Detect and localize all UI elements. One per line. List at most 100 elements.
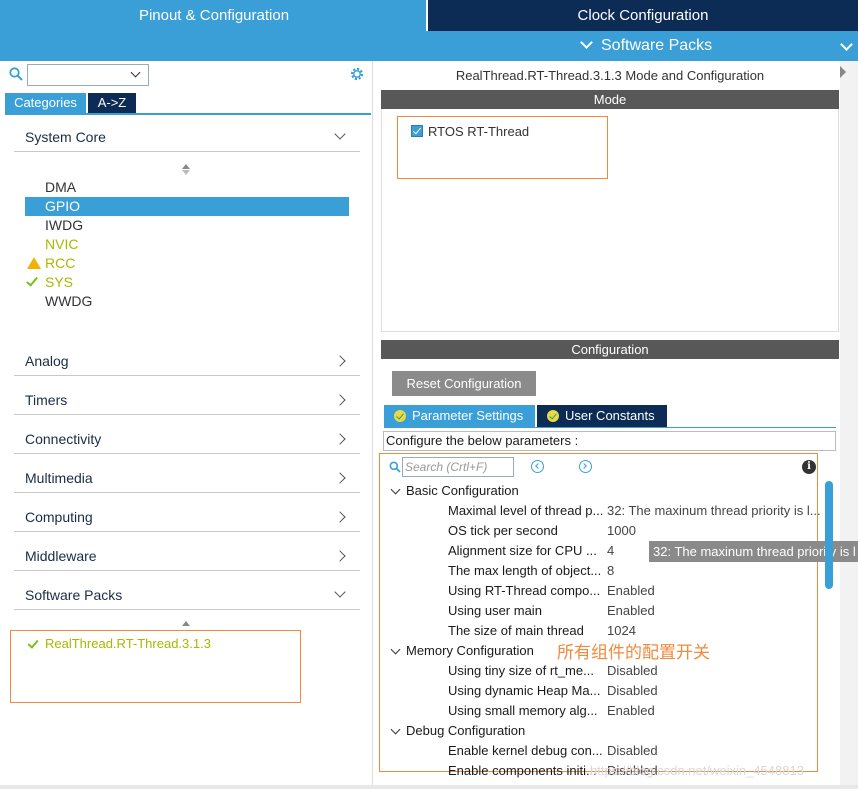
- param-value[interactable]: Disabled: [607, 741, 658, 761]
- category-label: System Core: [25, 129, 106, 145]
- param-value[interactable]: Enabled: [607, 581, 655, 601]
- category-label: Analog: [25, 353, 69, 369]
- category-analog[interactable]: Analog: [14, 350, 360, 376]
- group-debug-configuration[interactable]: Debug Configuration: [390, 721, 525, 741]
- param-name[interactable]: Using tiny size of rt_me...: [448, 661, 594, 681]
- scroll-up-icon[interactable]: [182, 164, 190, 169]
- category-middleware[interactable]: Middleware: [14, 545, 360, 571]
- param-name[interactable]: Maximal level of thread p...: [448, 501, 603, 521]
- param-name[interactable]: The max length of object...: [448, 561, 601, 581]
- chevron-down-icon: [580, 36, 593, 49]
- category-label: Computing: [25, 509, 93, 525]
- configure-hint: Configure the below parameters :: [383, 431, 836, 451]
- tab-parameter-settings[interactable]: Parameter Settings: [384, 405, 535, 427]
- category-system-core[interactable]: System Core: [14, 126, 360, 152]
- category-label: Connectivity: [25, 431, 102, 447]
- group-label: Basic Configuration: [406, 483, 519, 498]
- category-software-packs[interactable]: Software Packs: [14, 584, 360, 610]
- chevron-right-icon: [334, 355, 346, 367]
- chevron-right-icon: [334, 511, 346, 523]
- param-value[interactable]: Disabled: [607, 681, 658, 701]
- chevron-down-icon: [334, 586, 346, 598]
- category-item-nvic[interactable]: NVIC: [25, 235, 349, 254]
- group-label: Memory Configuration: [406, 643, 534, 658]
- param-name[interactable]: Using dynamic Heap Ma...: [448, 681, 600, 701]
- chevron-down-icon: [334, 128, 346, 140]
- category-label: Multimedia: [25, 470, 93, 486]
- category-multimedia[interactable]: Multimedia: [14, 467, 360, 493]
- search-combobox[interactable]: [27, 64, 149, 86]
- param-name[interactable]: Alignment size for CPU ...: [448, 541, 597, 561]
- category-label: Timers: [25, 392, 68, 408]
- param-name[interactable]: Enable kernel debug con...: [448, 741, 603, 761]
- param-value[interactable]: 1000: [607, 521, 636, 541]
- param-value[interactable]: Enabled: [607, 601, 655, 621]
- vertical-scrollbar[interactable]: [825, 481, 833, 589]
- item-label: GPIO: [45, 198, 81, 214]
- param-value[interactable]: 32: The maxinum thread priority is l...: [607, 501, 821, 521]
- param-name[interactable]: Using RT-Thread compo...: [448, 581, 600, 601]
- scroll-down-icon[interactable]: [182, 170, 190, 175]
- tab-label: Parameter Settings: [412, 408, 524, 423]
- software-packs-bar[interactable]: [0, 31, 858, 61]
- ok-icon: [394, 410, 406, 422]
- software-packs-menu[interactable]: Software Packs: [580, 31, 713, 61]
- param-value[interactable]: 8: [607, 561, 614, 581]
- warning-icon: [27, 257, 41, 269]
- tab-a-to-z[interactable]: A->Z: [88, 93, 136, 113]
- param-name[interactable]: OS tick per second: [448, 521, 558, 541]
- ok-icon: [547, 410, 559, 422]
- item-label: SYS: [45, 274, 74, 290]
- software-packs-label: Software Packs: [601, 37, 713, 54]
- category-computing[interactable]: Computing: [14, 506, 360, 532]
- chevron-right-icon: [334, 394, 346, 406]
- rtos-checkbox-label: RTOS RT-Thread: [428, 124, 530, 139]
- category-timers[interactable]: Timers: [14, 389, 360, 415]
- category-item-wwdg[interactable]: WWDG: [25, 292, 349, 311]
- search-icon: [9, 67, 23, 81]
- tab-categories[interactable]: Categories: [5, 93, 86, 113]
- mode-header: Mode: [381, 90, 839, 109]
- tab-label: User Constants: [565, 408, 655, 423]
- gear-icon[interactable]: [349, 66, 365, 82]
- collapse-arrow-icon[interactable]: [840, 66, 846, 78]
- tab-clock-configuration[interactable]: Clock Configuration: [428, 0, 858, 31]
- category-item-dma[interactable]: DMA: [25, 178, 349, 197]
- param-value[interactable]: 4: [607, 541, 614, 561]
- bottom-border: [0, 785, 858, 789]
- category-label: Middleware: [25, 548, 97, 564]
- check-icon: [27, 637, 39, 649]
- item-label: DMA: [45, 179, 77, 195]
- param-name[interactable]: Using user main: [448, 601, 542, 621]
- category-item-sys[interactable]: SYS: [25, 273, 349, 292]
- tab-underline: [5, 113, 371, 115]
- chevron-right-icon: [334, 550, 346, 562]
- item-label: IWDG: [45, 217, 84, 233]
- category-item-rcc[interactable]: RCC: [25, 254, 349, 273]
- rtos-checkbox[interactable]: [411, 125, 423, 137]
- group-label: Debug Configuration: [406, 723, 526, 738]
- item-label: RCC: [45, 255, 76, 271]
- item-label: RealThread.RT-Thread.3.1.3: [45, 636, 211, 651]
- side-scroll-strip: [840, 61, 858, 785]
- param-value[interactable]: Disabled: [607, 661, 658, 681]
- group-memory-configuration[interactable]: Memory Configuration: [390, 641, 534, 661]
- group-basic-configuration[interactable]: Basic Configuration: [390, 481, 519, 501]
- watermark: https://blog.csdn.net/weixin_4548813: [590, 763, 804, 778]
- param-value[interactable]: Enabled: [607, 701, 655, 721]
- scroll-up-icon[interactable]: [182, 621, 190, 626]
- item-label: NVIC: [45, 236, 79, 252]
- param-name[interactable]: Enable components initi...: [448, 761, 597, 781]
- tab-underline: [384, 427, 836, 428]
- reset-configuration-button[interactable]: Reset Configuration: [392, 371, 536, 396]
- param-name[interactable]: Using small memory alg...: [448, 701, 598, 721]
- software-pack-item-rt-thread[interactable]: RealThread.RT-Thread.3.1.3: [27, 636, 211, 654]
- category-item-iwdg[interactable]: IWDG: [25, 216, 349, 235]
- tab-user-constants[interactable]: User Constants: [537, 405, 667, 427]
- chevron-right-icon: [334, 472, 346, 484]
- mode-config-title: RealThread.RT-Thread.3.1.3 Mode and Conf…: [455, 68, 765, 83]
- category-item-gpio[interactable]: GPIO: [25, 197, 349, 216]
- tab-pinout-configuration[interactable]: Pinout & Configuration: [0, 0, 428, 31]
- chevron-right-icon: [334, 433, 346, 445]
- category-connectivity[interactable]: Connectivity: [14, 428, 360, 454]
